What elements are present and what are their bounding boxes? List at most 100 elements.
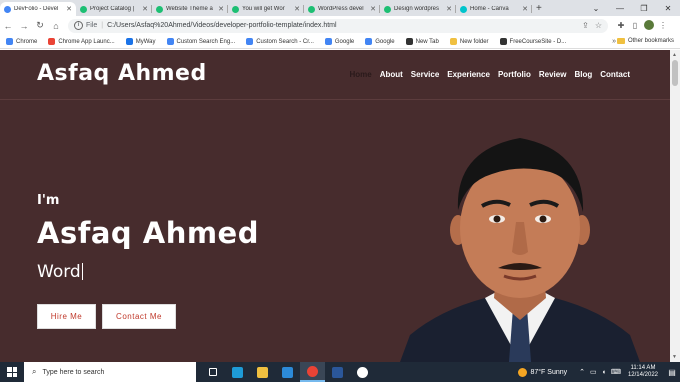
- clock-time: 11:14 AM: [630, 365, 656, 371]
- taskbar-app-settings[interactable]: [350, 362, 375, 382]
- tab-close-icon[interactable]: ✕: [294, 5, 300, 13]
- nav-link-experience[interactable]: Experience: [447, 70, 490, 79]
- scroll-down-icon[interactable]: ▼: [672, 354, 677, 360]
- bookmark-item[interactable]: MyWay: [125, 38, 156, 45]
- browser-tab[interactable]: DevFolio - Devel ✕: [0, 2, 76, 16]
- bookmark-item[interactable]: FreeCourseSite - D...: [499, 38, 567, 45]
- tab-favicon-icon: [384, 5, 391, 13]
- system-tray: 87°F Sunny ⌃ ▭ ◖ ⌨ 11:14 AM 12/14/2022 ▤: [518, 362, 680, 382]
- taskbar-app-file-explorer[interactable]: [250, 362, 275, 382]
- contact-me-button[interactable]: Contact Me: [102, 304, 176, 329]
- taskbar-search[interactable]: ⌕ Type here to search: [24, 362, 196, 382]
- taskbar-app-word[interactable]: [325, 362, 350, 382]
- typed-text: Word: [37, 262, 81, 282]
- bookmark-favicon-icon: [48, 38, 56, 45]
- bookmark-label: FreeCourseSite - D...: [509, 38, 567, 45]
- url-text[interactable]: C:/Users/Asfaq%20Ahmed/Videos/developer-…: [107, 22, 336, 29]
- bookmark-item[interactable]: Chrome: [6, 38, 37, 45]
- browser-tab[interactable]: Design wordpres ✕: [380, 2, 456, 16]
- site-brand[interactable]: Asfaq Ahmed: [37, 61, 207, 86]
- browser-tab[interactable]: WordPress devel ✕: [304, 2, 380, 16]
- tab-close-icon[interactable]: ✕: [522, 5, 528, 13]
- settings-icon: [357, 366, 368, 378]
- tab-close-icon[interactable]: ✕: [66, 5, 72, 13]
- nav-link-review[interactable]: Review: [539, 70, 567, 79]
- bookmark-favicon-icon: [166, 38, 174, 45]
- start-button[interactable]: [0, 362, 24, 382]
- taskbar-app-task-view[interactable]: [200, 362, 225, 382]
- minimize-icon[interactable]: —: [608, 4, 632, 13]
- nav-link-about[interactable]: About: [380, 70, 403, 79]
- bookmark-label: Google: [334, 38, 355, 45]
- nav-link-portfolio[interactable]: Portfolio: [498, 70, 531, 79]
- weather-widget[interactable]: 87°F Sunny: [518, 367, 567, 377]
- address-bar[interactable]: i File | C:/Users/Asfaq%20Ahmed/Videos/d…: [68, 18, 608, 33]
- bookmark-item[interactable]: Google: [324, 38, 355, 45]
- bookmark-favicon-icon: [365, 38, 373, 45]
- taskbar-app-edge[interactable]: [225, 362, 250, 382]
- typing-cursor: [81, 263, 83, 280]
- menu-kebab-icon[interactable]: ⋮: [656, 21, 670, 30]
- extensions-icon[interactable]: ✚: [614, 21, 628, 30]
- bookmark-label: MyWay: [135, 38, 156, 45]
- word-icon: [332, 366, 343, 378]
- network-icon[interactable]: ▭: [590, 368, 597, 376]
- bookmark-list: Chrome Chrome App Launc... MyWay Custom Sea…: [6, 38, 577, 45]
- nav-link-blog[interactable]: Blog: [574, 70, 592, 79]
- side-panel-icon[interactable]: ▯: [628, 21, 642, 30]
- taskbar-app-vscode[interactable]: [275, 362, 300, 382]
- scrollbar-thumb[interactable]: [672, 60, 678, 86]
- notification-icon[interactable]: ▤: [664, 368, 680, 377]
- task-view-icon: [208, 368, 217, 376]
- hero-greeting: I'm: [37, 193, 60, 208]
- tab-close-icon[interactable]: ✕: [218, 5, 224, 13]
- tab-close-icon[interactable]: ✕: [446, 5, 452, 13]
- edge-icon: [232, 366, 243, 378]
- bookmark-item[interactable]: Google: [365, 38, 395, 45]
- share-icon[interactable]: ⇪: [582, 21, 589, 30]
- maximize-icon[interactable]: ❐: [632, 4, 656, 13]
- close-window-icon[interactable]: ✕: [656, 4, 680, 13]
- folder-icon: [616, 38, 625, 44]
- speaker-icon[interactable]: ◖: [602, 369, 606, 376]
- browser-tab[interactable]: Home - Canva ✕: [456, 2, 532, 16]
- profile-avatar[interactable]: [642, 19, 656, 32]
- bookmark-item[interactable]: Custom Search - Cr...: [246, 38, 314, 45]
- scheme-label: File: [86, 22, 98, 29]
- vscode-icon: [282, 366, 293, 378]
- browser-tab[interactable]: Website Theme a ✕: [152, 2, 228, 16]
- bookmark-item[interactable]: Custom Search Eng...: [166, 38, 235, 45]
- back-icon[interactable]: ←: [0, 21, 16, 31]
- tab-close-icon[interactable]: ✕: [370, 5, 376, 13]
- language-icon[interactable]: ⌨: [611, 368, 621, 376]
- tab-search-icon[interactable]: ⌄: [584, 4, 608, 13]
- bookmark-label: New Tab: [415, 38, 439, 45]
- bookmark-item[interactable]: New Tab: [405, 38, 439, 45]
- info-icon[interactable]: i: [74, 21, 83, 30]
- pinned-apps: [200, 362, 375, 382]
- bookmark-item[interactable]: New folder: [449, 38, 489, 45]
- tab-title: WordPress devel: [318, 6, 364, 12]
- scroll-up-icon[interactable]: ▲: [672, 52, 677, 58]
- more-bookmarks-icon[interactable]: »: [612, 38, 616, 45]
- taskbar-app-chrome[interactable]: [300, 362, 325, 382]
- tab-close-icon[interactable]: ✕: [142, 5, 148, 13]
- bookmark-item[interactable]: Chrome App Launc...: [48, 38, 115, 45]
- home-icon[interactable]: ⌂: [48, 21, 64, 31]
- browser-tab[interactable]: You will get Wor ✕: [228, 2, 304, 16]
- nav-link-home[interactable]: Home: [349, 70, 371, 79]
- bookmark-star-icon[interactable]: ☆: [595, 21, 602, 30]
- clock[interactable]: 11:14 AM 12/14/2022: [628, 365, 658, 379]
- nav-link-service[interactable]: Service: [411, 70, 439, 79]
- search-placeholder: Type here to search: [42, 368, 105, 376]
- browser-tab[interactable]: Project Catalog | ✕: [76, 2, 152, 16]
- browser-tab-strip: DevFolio - Devel ✕ Project Catalog | ✕ Websi…: [0, 0, 680, 16]
- tray-chevron-icon[interactable]: ⌃: [579, 368, 585, 376]
- hire-me-button[interactable]: Hire Me: [37, 304, 96, 329]
- other-bookmarks[interactable]: Other bookmarks: [616, 38, 674, 44]
- forward-icon[interactable]: →: [16, 21, 32, 31]
- reload-icon[interactable]: ↻: [32, 20, 48, 31]
- page-scrollbar[interactable]: ▲ ▼: [670, 50, 680, 362]
- new-tab-button[interactable]: +: [536, 2, 542, 16]
- nav-link-contact[interactable]: Contact: [600, 70, 630, 79]
